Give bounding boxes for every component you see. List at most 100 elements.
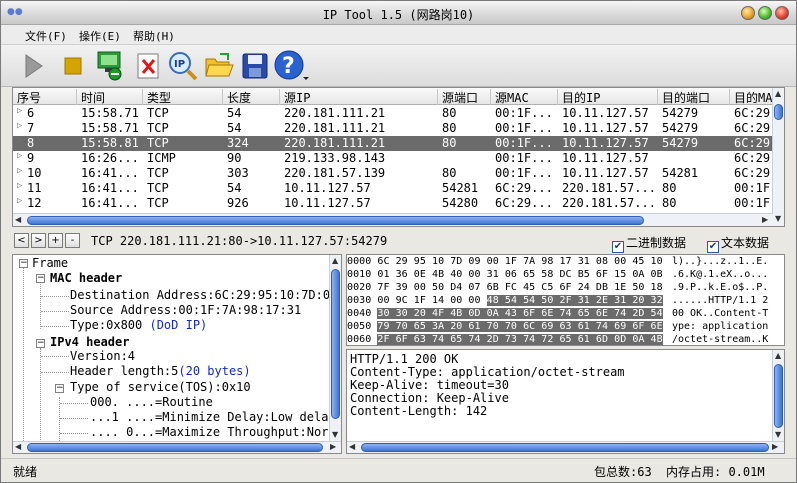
- tree-tos[interactable]: Type of service(TOS):0x10: [70, 380, 251, 394]
- scroll-thumb[interactable]: [27, 216, 644, 225]
- help-icon[interactable]: ?: [273, 48, 309, 84]
- text-data-panel[interactable]: HTTP/1.1 200 OK Content-Type: application…: [346, 349, 785, 454]
- packet-list-horizontal-scrollbar[interactable]: ◀ ▶: [13, 213, 773, 226]
- tree-src-addr[interactable]: Source Address:00:1F:7A:98:17:31: [70, 303, 301, 317]
- clear-icon[interactable]: [131, 48, 167, 84]
- hex-line: 0060 2F 6F 63 74 65 74 2D 73 74 72 65 61…: [347, 334, 663, 345]
- scroll-thumb[interactable]: [361, 443, 769, 452]
- menu-file[interactable]: 文件(F): [25, 28, 67, 44]
- table-row[interactable]: ▷ 10 16:41... TCP 303 220.181.57.139 80 00:1F..…: [13, 166, 784, 181]
- packet-list-vertical-scrollbar[interactable]: ▲ ▼: [772, 88, 784, 226]
- table-row[interactable]: ▷ 9 16:26... ICMP 90 219.133.98.143 00:1F... 10…: [13, 151, 784, 166]
- column-header[interactable]: 源端口: [438, 89, 491, 105]
- scroll-down-icon[interactable]: ▼: [775, 214, 781, 223]
- network-card-icon[interactable]: [93, 48, 129, 84]
- close-button[interactable]: [775, 6, 789, 20]
- column-header[interactable]: 源IP: [280, 89, 438, 105]
- tree-tos-delay[interactable]: ...1 ....=Minimize Delay:Low delay: [90, 410, 336, 424]
- hex-line: 0040 30 30 20 4F 4B 0D 0A 43 6F 6E 74 65…: [347, 308, 663, 319]
- collapse-toggle-icon[interactable]: −: [55, 384, 64, 393]
- column-header[interactable]: 长度: [223, 89, 280, 105]
- tree-mac-header[interactable]: MAC header: [50, 271, 122, 285]
- hex-offset: 0030: [347, 295, 372, 306]
- connection-label: TCP 220.181.111.21:80->10.11.127.57:5427…: [91, 234, 388, 248]
- table-cell: 00:1F...: [495, 121, 553, 135]
- checkmark-icon: ✔: [707, 241, 719, 253]
- save-icon[interactable]: [237, 48, 273, 84]
- tree-tos-throughput[interactable]: .... 0...=Maximize Throughput:Normal: [90, 425, 341, 439]
- scroll-up-icon[interactable]: ▲: [775, 89, 781, 98]
- table-cell: 220.181.57...: [562, 196, 656, 210]
- hex-ascii: l)..}...z..1..E.: [672, 256, 769, 267]
- table-cell: 54279: [662, 136, 699, 150]
- scroll-left-icon[interactable]: ◀: [15, 442, 21, 451]
- protocol-tree[interactable]: − Frame − MAC header Destination Address…: [12, 254, 342, 454]
- table-cell: 220.181.57...: [562, 181, 656, 195]
- table-row[interactable]: ▷ 8 15:58.81 TCP 324 220.181.111.21 80 00:1F...…: [13, 136, 784, 151]
- collapse-button[interactable]: -: [65, 233, 80, 248]
- scroll-up-icon[interactable]: ▲: [332, 256, 338, 265]
- row-marker-icon: ▷: [17, 136, 23, 146]
- scroll-right-icon[interactable]: ▶: [330, 442, 336, 451]
- scroll-thumb[interactable]: [27, 443, 323, 452]
- table-row[interactable]: ▷ 6 15:58.71 TCP 54 220.181.111.21 80 00:1F... 1…: [13, 106, 784, 121]
- maximize-button[interactable]: [758, 6, 772, 20]
- hex-dump-panel[interactable]: 0000 6C 29 95 10 7D 09 00 1F 7A 98 17 31…: [346, 254, 785, 346]
- row-marker-icon: ▷: [17, 166, 23, 176]
- scroll-right-icon[interactable]: ▶: [762, 215, 768, 224]
- hex-bytes: 79 70 65 3A 20 61 70 70 6C 69 63 61 74 6…: [377, 321, 663, 332]
- minimize-button[interactable]: [741, 6, 755, 20]
- hex-ascii: ype: application: [672, 321, 769, 332]
- column-header[interactable]: 目的IP: [558, 89, 658, 105]
- binary-data-checkbox[interactable]: ✔ 二进制数据: [612, 234, 686, 253]
- column-header[interactable]: 类型: [143, 89, 223, 105]
- scroll-thumb[interactable]: [331, 269, 340, 419]
- text-data-checkbox[interactable]: ✔ 文本数据: [707, 234, 769, 253]
- tree-version[interactable]: Version:4: [70, 349, 135, 363]
- tree-ipv4-header[interactable]: IPv4 header: [50, 335, 129, 349]
- text-vertical-scrollbar[interactable]: ▲ ▼: [772, 350, 784, 442]
- menu-edit[interactable]: 操作(E): [79, 28, 121, 44]
- tree-horizontal-scrollbar[interactable]: ◀ ▶: [13, 441, 341, 453]
- packet-list[interactable]: 序号 时间 类型 长度 源IP 源端口 源MAC 目的IP 目的端口 目的MAC ▷ 6 15:58.…: [12, 87, 785, 227]
- scroll-down-icon[interactable]: ▼: [775, 430, 781, 439]
- prev-button[interactable]: <: [14, 233, 29, 248]
- table-cell: 54: [227, 121, 242, 135]
- text-horizontal-scrollbar[interactable]: ◀ ▶: [347, 441, 784, 453]
- tree-frame[interactable]: Frame: [32, 256, 68, 270]
- column-header[interactable]: 序号: [13, 89, 77, 105]
- stop-icon[interactable]: [55, 48, 91, 84]
- play-icon[interactable]: [15, 48, 51, 84]
- collapse-toggle-icon[interactable]: −: [36, 274, 45, 283]
- tree-vertical-scrollbar[interactable]: ▲ ▼: [329, 255, 341, 441]
- table-row[interactable]: ▷ 7 15:58.71 TCP 54 220.181.111.21 80 00:1F... 1…: [13, 121, 784, 136]
- ip-search-icon[interactable]: IP: [165, 48, 201, 84]
- menu-help[interactable]: 帮助(H): [133, 28, 175, 44]
- scroll-up-icon[interactable]: ▲: [775, 351, 781, 360]
- tree-tos-precedence[interactable]: 000. ....=Routine: [90, 395, 213, 409]
- scroll-thumb[interactable]: [774, 104, 783, 120]
- table-cell: 303: [227, 166, 249, 180]
- collapse-toggle-icon[interactable]: −: [19, 259, 28, 268]
- tree-dst-addr[interactable]: Destination Address:6C:29:95:10:7D:09: [70, 288, 337, 302]
- table-cell: 00:1F...: [495, 166, 553, 180]
- column-header[interactable]: 时间: [77, 89, 143, 105]
- open-folder-icon[interactable]: [201, 48, 237, 84]
- tree-type[interactable]: Type:0x800 (DoD IP): [70, 318, 207, 332]
- table-row[interactable]: ▷ 11 16:41... TCP 54 10.11.127.57 54281 6C:29..…: [13, 181, 784, 196]
- table-cell: 00:1F...: [495, 151, 553, 165]
- column-header[interactable]: 源MAC: [491, 89, 558, 105]
- scroll-down-icon[interactable]: ▼: [332, 430, 338, 439]
- column-header[interactable]: 目的端口: [658, 89, 730, 105]
- scroll-left-icon[interactable]: ◀: [349, 442, 355, 451]
- scroll-thumb[interactable]: [774, 364, 783, 428]
- next-button[interactable]: >: [31, 233, 46, 248]
- collapse-toggle-icon[interactable]: −: [36, 339, 45, 348]
- scroll-right-icon[interactable]: ▶: [772, 442, 778, 451]
- expand-button[interactable]: +: [48, 233, 63, 248]
- title-bar[interactable]: ●● IP Tool 1.5 (网路岗10): [1, 1, 796, 25]
- scroll-left-icon[interactable]: ◀: [15, 215, 21, 224]
- tree-header-length[interactable]: Header length:5(20 bytes): [70, 364, 251, 378]
- status-memory: 内存占用: 0.01M Bytes: [666, 465, 765, 482]
- table-row[interactable]: ▷ 12 16:41... TCP 926 10.11.127.57 54280 6C:29.…: [13, 196, 784, 211]
